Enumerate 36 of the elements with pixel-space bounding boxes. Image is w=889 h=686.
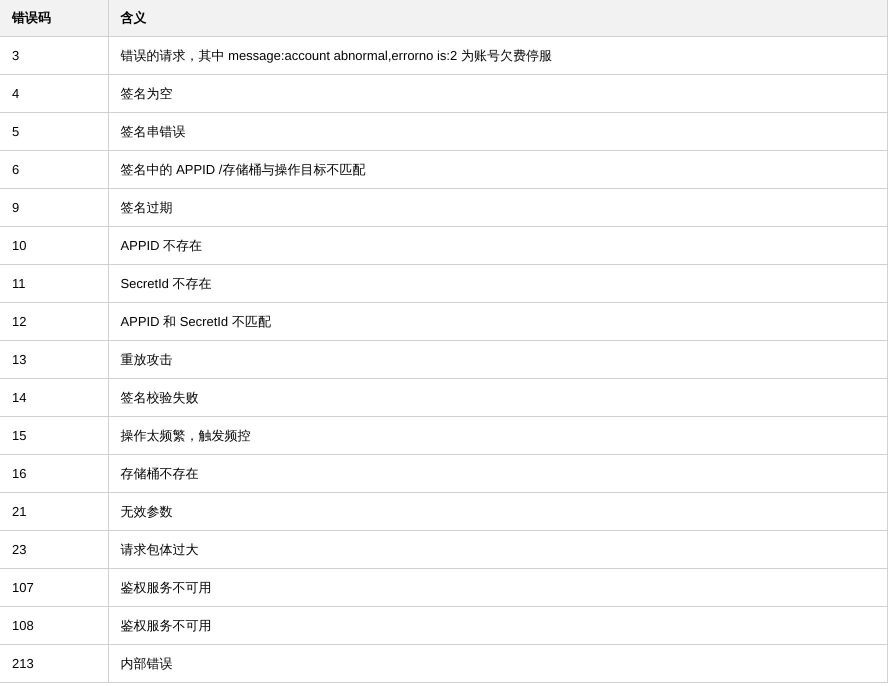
table-cell: 签名校验失败 [108,378,888,416]
table-cell: 签名为空 [108,74,888,112]
table-cell: 12 [0,302,108,340]
table-cell: 6 [0,150,108,188]
table-cell: 14 [0,378,108,416]
table-cell: 15 [0,416,108,454]
table-cell: 5 [0,112,108,150]
table-cell: 内部错误 [108,644,888,682]
table-cell: APPID 和 SecretId 不匹配 [108,302,888,340]
table-cell: 4 [0,74,108,112]
table-cell: 10 [0,226,108,264]
column-header: 错误码 [0,0,108,36]
table-cell: 请求包体过大 [108,530,888,568]
table-cell: 错误的请求，其中 message:account abnormal,errorno is:2 为账号欠费停服 [108,36,888,74]
table-cell: 签名中的 APPID /存储桶与操作目标不匹配 [108,150,888,188]
table-cell: 鉴权服务不可用 [108,568,888,606]
table-cell: 23 [0,530,108,568]
table-cell: 213 [0,644,108,682]
table-cell: 9 [0,188,108,226]
table-cell: 鉴权服务不可用 [108,606,888,644]
table-cell: 操作太频繁，触发频控 [108,416,888,454]
table-cell: 108 [0,606,108,644]
table-cell: 签名过期 [108,188,888,226]
table-cell: 3 [0,36,108,74]
column-header: 含义 [108,0,888,36]
table-cell: 21 [0,492,108,530]
table-cell: 重放攻击 [108,340,888,378]
table-cell: APPID 不存在 [108,226,888,264]
table-cell: 存储桶不存在 [108,454,888,492]
table-cell: 无效参数 [108,492,888,530]
table-cell: 13 [0,340,108,378]
table-cell: 签名串错误 [108,112,888,150]
table-cell: SecretId 不存在 [108,264,888,302]
table-cell: 11 [0,264,108,302]
table-cell: 107 [0,568,108,606]
table-cell: 16 [0,454,108,492]
